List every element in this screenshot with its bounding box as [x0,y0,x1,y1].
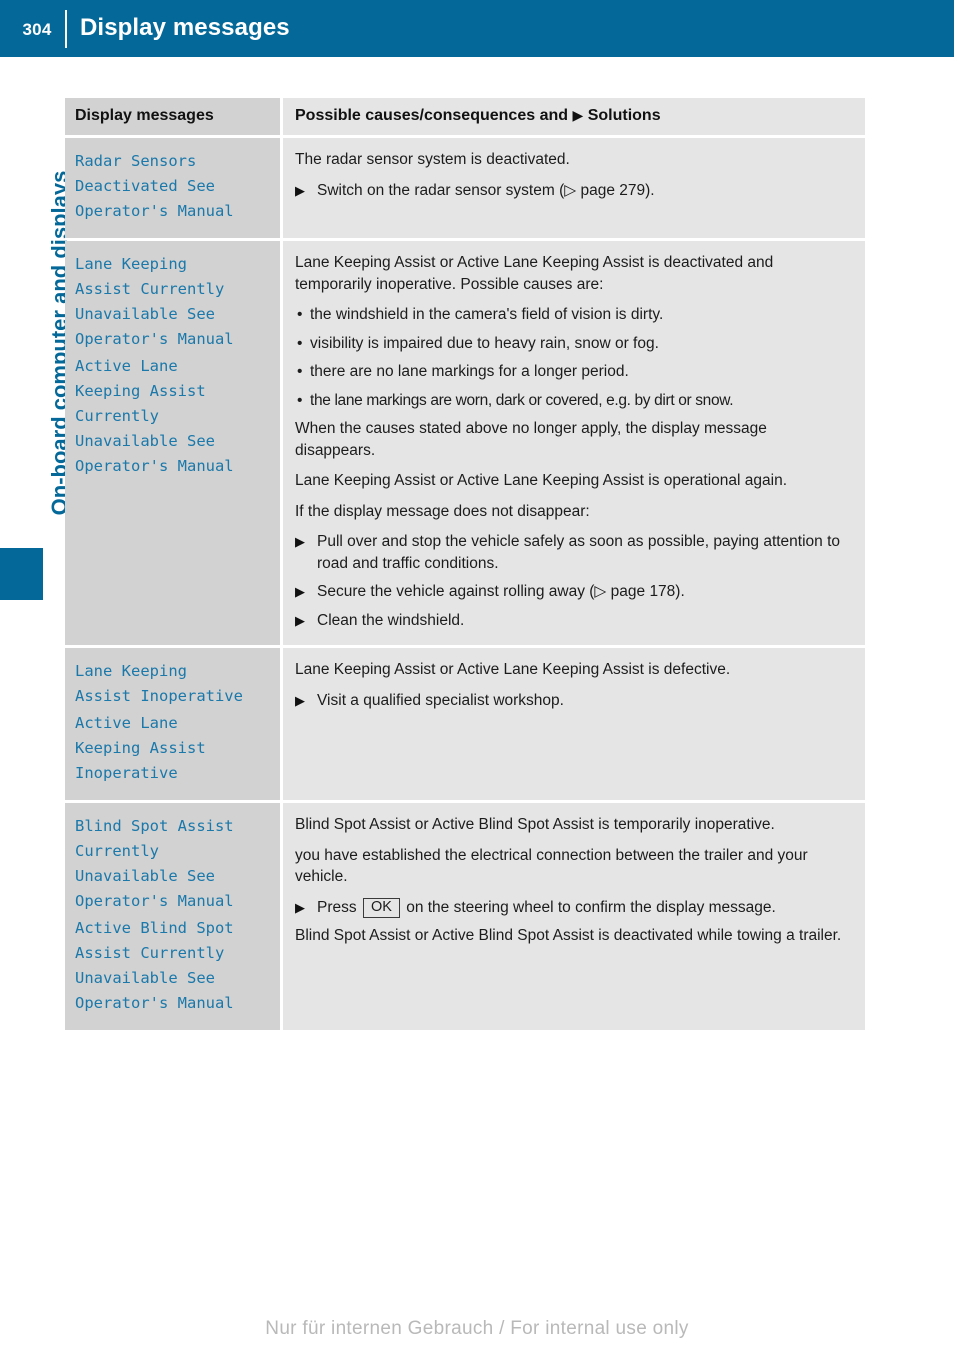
solution-triangle-icon: ▶ [295,612,305,628]
chapter-tab-marker [0,548,43,600]
page-number: 304 [22,20,52,39]
cause-bullet: • visibility is impaired due to heavy rai… [295,333,851,355]
cause-bullet-text: visibility is impaired due to heavy rain… [310,334,659,352]
solution-step: ▶ Press OK on the steering wheel to confi… [295,897,851,919]
cause-bullet: • there are no lane markings for a longer… [295,361,851,383]
cause-bullet: • the lane markings are worn, dark or cov… [295,390,851,412]
table-row: Radar Sensors Deactivated See Operator's… [65,138,865,238]
solution-triangle-icon: ▶ [295,182,305,198]
footer-notice: Nur für internen Gebrauch / For internal… [265,1318,689,1339]
row-content-cell: Blind Spot Assist or Active Blind Spot A… [283,803,865,1030]
cause-paragraph: Blind Spot Assist or Active Blind Spot A… [295,816,775,833]
bullet-dot-icon: • [297,363,303,380]
cause-paragraph: Lane Keeping Assist or Active Lane Keepi… [295,661,731,678]
cause-paragraph: The radar sensor system is deactivated. [295,151,570,168]
display-message-code: Blind Spot Assist Currently Unavailable … [75,817,234,910]
solution-step-text: Switch on the radar sensor system (▷ pag… [317,181,655,199]
row-message-cell: Blind Spot Assist Currently Unavailable … [65,803,280,1030]
header-divider [65,10,67,48]
solution-triangle-icon: ▶ [295,534,305,549]
solution-step-text: Secure the vehicle against rolling away … [317,583,685,600]
solution-step: ▶ Secure the vehicle against rolling away… [295,581,851,603]
row-content-cell: The radar sensor system is deactivated. … [283,138,865,238]
column-header-solutions: Solutions [587,107,661,124]
bullet-dot-icon: • [297,391,303,409]
cause-paragraph: Lane Keeping Assist or Active Lane Keepi… [295,254,774,293]
cause-paragraph: Blind Spot Assist or Active Blind Spot A… [295,927,842,944]
table-row: Blind Spot Assist Currently Unavailable … [65,803,865,1030]
solution-step: ▶ Pull over and stop the vehicle safely a… [295,531,851,574]
solution-step: ▶ Visit a qualified specialist workshop. [295,690,851,712]
solution-step-text-after: on the steering wheel to confirm the dis… [406,898,776,916]
display-message-code: Lane Keeping Assist Inoperative [75,662,243,705]
bullet-dot-icon: • [297,306,303,323]
cause-paragraph: When the causes stated above no longer a… [295,420,767,459]
solution-step: ▶ Switch on the radar sensor system (▷ pa… [295,180,851,202]
bullet-dot-icon: • [297,334,303,352]
column-header-display-messages: Display messages [75,107,214,124]
row-message-cell: Lane Keeping Assist Inoperative Active L… [65,648,280,800]
row-content-cell: Lane Keeping Assist or Active Lane Keepi… [283,648,865,800]
cause-paragraph: Lane Keeping Assist or Active Lane Keepi… [295,472,788,489]
table-row: Lane Keeping Assist Currently Unavailabl… [65,241,865,645]
solution-triangle-icon: ▶ [295,584,305,599]
solution-step-text: Pull over and stop the vehicle safely as… [317,533,841,572]
cause-bullet-text: the windshield in the camera's field of … [310,306,664,323]
row-content-cell: Lane Keeping Assist or Active Lane Keepi… [283,241,865,645]
table-row: Lane Keeping Assist Inoperative Active L… [65,648,865,800]
cause-paragraph: If the display message does not disappea… [295,502,590,520]
solution-step-text-before: Press [317,898,357,916]
solutions-triangle-icon: ▶ [572,107,584,123]
table-header-cell-messages: Display messages [65,98,280,135]
display-message-code: Radar Sensors Deactivated See Operator's… [75,152,234,220]
row-message-cell: Lane Keeping Assist Currently Unavailabl… [65,241,280,645]
cause-bullet-text: there are no lane markings for a longer … [310,363,629,380]
solution-step: ▶ Clean the windshield. [295,610,851,632]
display-message-code: Active Lane Keeping Assist Currently Una… [75,357,234,475]
table-header-row: Display messages Possible causes/consequ… [65,98,865,135]
row-message-cell: Radar Sensors Deactivated See Operator's… [65,138,280,238]
page-header-bar: 304 Display messages [0,0,954,57]
solution-step-text: Visit a qualified specialist workshop. [317,691,564,709]
solution-triangle-icon: ▶ [295,899,305,915]
display-message-code: Active Blind Spot Assist Currently Unava… [75,919,234,1012]
ok-button[interactable]: OK [362,897,400,918]
solution-triangle-icon: ▶ [295,692,305,708]
display-message-code: Active Lane Keeping Assist Inoperative [75,714,206,782]
column-header-causes-prefix: Possible causes/consequences and [295,107,569,124]
display-message-code: Lane Keeping Assist Currently Unavailabl… [75,255,234,348]
display-messages-table: Display messages Possible causes/consequ… [65,98,865,1030]
table-header-cell-causes: Possible causes/consequences and ▶ Solut… [283,98,865,135]
page-title: Display messages [80,14,290,41]
cause-paragraph: you have established the electrical conn… [295,846,808,886]
cause-bullet: • the windshield in the camera's field of… [295,304,851,326]
solution-step-text: Clean the windshield. [317,611,465,629]
cause-bullet-text: the lane markings are worn, dark or cove… [310,391,734,409]
